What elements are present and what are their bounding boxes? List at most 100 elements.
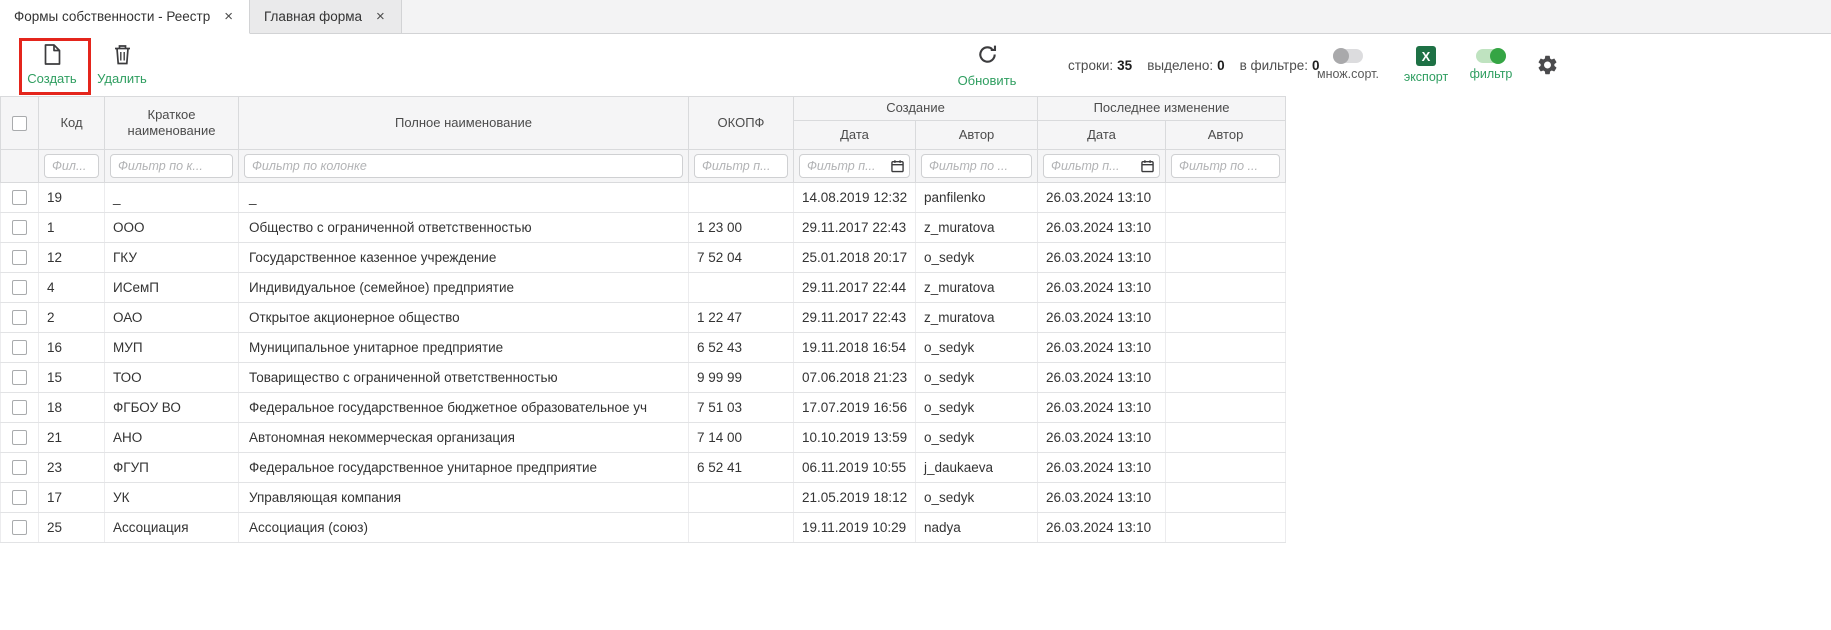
cell-full-name: _ <box>239 183 689 213</box>
cell-modified-date: 26.03.2024 13:10 <box>1038 393 1166 423</box>
row-checkbox[interactable] <box>12 460 27 475</box>
table-row[interactable]: 17УКУправляющая компания21.05.2019 18:12… <box>1 483 1286 513</box>
cell-created-by: o_sedyk <box>916 243 1038 273</box>
cell-code: 19 <box>39 183 105 213</box>
create-button[interactable]: Создать <box>25 44 79 86</box>
select-all-checkbox[interactable] <box>12 116 27 131</box>
refresh-button[interactable]: Обновить <box>957 34 1017 96</box>
cell-modified-date: 26.03.2024 13:10 <box>1038 303 1166 333</box>
cell-modified-date: 26.03.2024 13:10 <box>1038 243 1166 273</box>
tab-label: Главная форма <box>264 9 362 24</box>
cell-short-name: ООО <box>105 213 239 243</box>
cell-created-by: o_sedyk <box>916 423 1038 453</box>
table-row[interactable]: 25АссоциацияАссоциация (союз)19.11.2019 … <box>1 513 1286 543</box>
row-checkbox[interactable] <box>12 310 27 325</box>
cell-code: 15 <box>39 363 105 393</box>
cell-created-date: 29.11.2017 22:43 <box>794 303 916 333</box>
cell-short-name: УК <box>105 483 239 513</box>
tab-bar: Формы собственности - Реестр × Главная ф… <box>0 0 1831 34</box>
selected-count-value: 0 <box>1217 58 1225 73</box>
cell-modified-by <box>1166 213 1286 243</box>
row-checkbox[interactable] <box>12 220 27 235</box>
cell-okopf: 7 51 03 <box>689 393 794 423</box>
cell-full-name: Муниципальное унитарное предприятие <box>239 333 689 363</box>
tab-close-icon[interactable]: × <box>374 8 387 25</box>
col-header-modified-author[interactable]: Автор <box>1166 121 1286 150</box>
cell-modified-date: 26.03.2024 13:10 <box>1038 483 1166 513</box>
cell-okopf: 6 52 43 <box>689 333 794 363</box>
row-checkbox[interactable] <box>12 520 27 535</box>
cell-modified-by <box>1166 453 1286 483</box>
cell-code: 21 <box>39 423 105 453</box>
tab-forms-registry[interactable]: Формы собственности - Реестр × <box>0 0 250 34</box>
calendar-icon[interactable] <box>1141 160 1154 173</box>
row-checkbox[interactable] <box>12 280 27 295</box>
tab-close-icon[interactable]: × <box>222 8 235 25</box>
excel-export-icon[interactable]: X <box>1416 46 1436 66</box>
cell-code: 4 <box>39 273 105 303</box>
col-header-created-author[interactable]: Автор <box>916 121 1038 150</box>
row-checkbox[interactable] <box>12 340 27 355</box>
cell-modified-by <box>1166 483 1286 513</box>
cell-created-by: panfilenko <box>916 183 1038 213</box>
table-row[interactable]: 23ФГУПФедеральное государственное унитар… <box>1 453 1286 483</box>
delete-button[interactable]: Удалить <box>95 44 149 86</box>
row-checkbox[interactable] <box>12 430 27 445</box>
table-row[interactable]: 15ТООТоварищество с ограниченной ответст… <box>1 363 1286 393</box>
cell-short-name: ТОО <box>105 363 239 393</box>
cell-modified-date: 26.03.2024 13:10 <box>1038 183 1166 213</box>
table-row[interactable]: 19__14.08.2019 12:32panfilenko26.03.2024… <box>1 183 1286 213</box>
cell-code: 25 <box>39 513 105 543</box>
cell-created-by: o_sedyk <box>916 363 1038 393</box>
row-checkbox[interactable] <box>12 400 27 415</box>
col-header-okopf[interactable]: ОКОПФ <box>689 97 794 150</box>
filter-label: фильтр <box>1470 67 1513 81</box>
row-checkbox[interactable] <box>12 190 27 205</box>
filter-code-input[interactable] <box>44 154 99 178</box>
table-row[interactable]: 16МУПМуниципальное унитарное предприятие… <box>1 333 1286 363</box>
table-row[interactable]: 1ООООбщество с ограниченной ответственно… <box>1 213 1286 243</box>
col-header-created-date[interactable]: Дата <box>794 121 916 150</box>
row-checkbox-cell <box>1 423 39 453</box>
filter-full-name-input[interactable] <box>244 154 683 178</box>
cell-modified-by <box>1166 363 1286 393</box>
calendar-icon[interactable] <box>891 160 904 173</box>
col-header-code[interactable]: Код <box>39 97 105 150</box>
cell-full-name: Государственное казенное учреждение <box>239 243 689 273</box>
settings-gear-icon[interactable] <box>1536 54 1559 77</box>
col-header-full-name[interactable]: Полное наименование <box>239 97 689 150</box>
cell-short-name: _ <box>105 183 239 213</box>
export-control[interactable]: X экспорт <box>1402 34 1450 96</box>
table-row[interactable]: 21АНОАвтономная некоммерческая организац… <box>1 423 1286 453</box>
cell-short-name: ФГУП <box>105 453 239 483</box>
cell-created-by: o_sedyk <box>916 483 1038 513</box>
cell-full-name: Федеральное государственное унитарное пр… <box>239 453 689 483</box>
cell-code: 2 <box>39 303 105 333</box>
export-label: экспорт <box>1404 70 1448 84</box>
filter-modified-author-input[interactable] <box>1171 154 1280 178</box>
col-header-modified-date[interactable]: Дата <box>1038 121 1166 150</box>
cell-modified-by <box>1166 393 1286 423</box>
row-checkbox[interactable] <box>12 250 27 265</box>
table-row[interactable]: 4ИСемПИндивидуальное (семейное) предприя… <box>1 273 1286 303</box>
row-checkbox[interactable] <box>12 490 27 505</box>
filter-created-author-input[interactable] <box>921 154 1032 178</box>
filter-okopf-input[interactable] <box>694 154 788 178</box>
cell-full-name: Индивидуальное (семейное) предприятие <box>239 273 689 303</box>
cell-okopf <box>689 273 794 303</box>
table-row[interactable]: 2ОАООткрытое акционерное общество1 22 47… <box>1 303 1286 333</box>
multisort-toggle[interactable] <box>1333 49 1363 63</box>
cell-full-name: Автономная некоммерческая организация <box>239 423 689 453</box>
filter-toggle[interactable] <box>1476 49 1506 63</box>
row-checkbox[interactable] <box>12 370 27 385</box>
tab-main-form[interactable]: Главная форма × <box>250 0 402 33</box>
cell-short-name: ГКУ <box>105 243 239 273</box>
table-row[interactable]: 18ФГБОУ ВОФедеральное государственное бю… <box>1 393 1286 423</box>
filter-short-name-input[interactable] <box>110 154 233 178</box>
col-header-short-name[interactable]: Краткое наименование <box>105 97 239 150</box>
cell-okopf <box>689 513 794 543</box>
cell-modified-by <box>1166 273 1286 303</box>
cell-modified-date: 26.03.2024 13:10 <box>1038 453 1166 483</box>
table-row[interactable]: 12ГКУГосударственное казенное учреждение… <box>1 243 1286 273</box>
cell-created-date: 14.08.2019 12:32 <box>794 183 916 213</box>
